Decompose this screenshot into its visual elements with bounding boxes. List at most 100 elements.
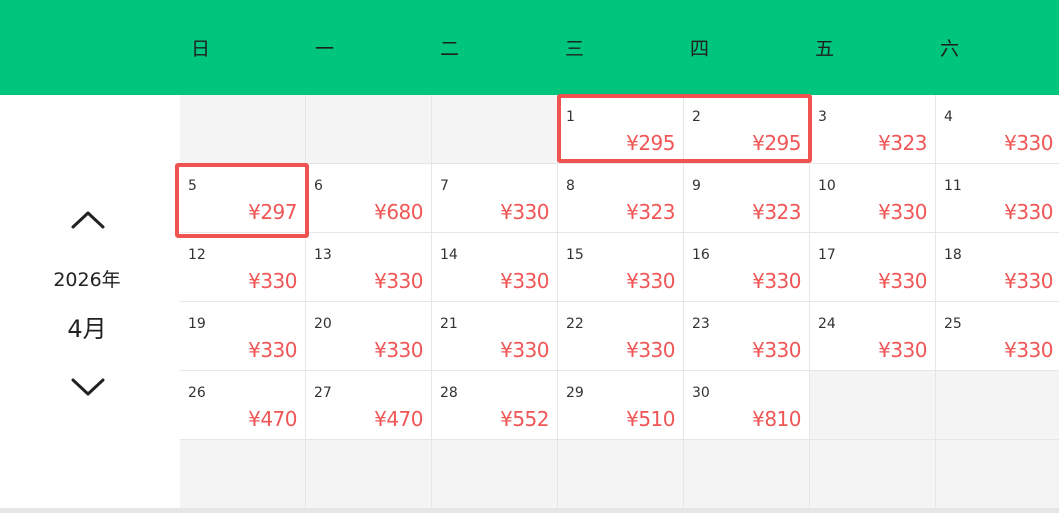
day-number: 4 [944, 109, 953, 125]
calendar-cell-empty [558, 440, 684, 509]
calendar-cell-day-12[interactable]: 12 ¥330 [180, 233, 306, 302]
next-month-button[interactable] [68, 372, 108, 402]
day-number: 11 [944, 178, 962, 194]
day-price: ¥330 [500, 338, 549, 362]
day-price: ¥330 [1004, 269, 1053, 293]
day-number: 15 [566, 247, 584, 263]
day-price: ¥330 [626, 269, 675, 293]
day-price: ¥330 [878, 338, 927, 362]
day-number: 26 [188, 385, 206, 401]
day-price: ¥295 [626, 131, 675, 155]
day-price: ¥680 [374, 200, 423, 224]
calendar-cell-day-10[interactable]: 10 ¥330 [810, 164, 936, 233]
day-price: ¥330 [878, 200, 927, 224]
weekday-mon: 一 [315, 38, 335, 60]
calendar-cell-day-23[interactable]: 23 ¥330 [684, 302, 810, 371]
calendar-cell-empty [432, 95, 558, 164]
calendar-cell-day-28[interactable]: 28 ¥552 [432, 371, 558, 440]
day-number: 20 [314, 316, 332, 332]
day-number: 27 [314, 385, 332, 401]
day-number: 14 [440, 247, 458, 263]
day-number: 3 [818, 109, 827, 125]
calendar-cell-day-15[interactable]: 15 ¥330 [558, 233, 684, 302]
calendar-cell-day-17[interactable]: 17 ¥330 [810, 233, 936, 302]
day-number: 9 [692, 178, 701, 194]
weekday-thu: 四 [690, 38, 710, 60]
calendar-cell-empty [306, 440, 432, 509]
day-number: 1 [566, 109, 575, 125]
day-number: 7 [440, 178, 449, 194]
day-number: 6 [314, 178, 323, 194]
calendar-cell-empty [432, 440, 558, 509]
calendar-cell-day-30[interactable]: 30 ¥810 [684, 371, 810, 440]
calendar-cell-empty [936, 371, 1059, 440]
day-price: ¥330 [626, 338, 675, 362]
calendar-cell-day-16[interactable]: 16 ¥330 [684, 233, 810, 302]
day-price: ¥323 [626, 200, 675, 224]
calendar-cell-empty [180, 95, 306, 164]
day-price: ¥330 [248, 338, 297, 362]
day-number: 25 [944, 316, 962, 332]
calendar-cell-day-24[interactable]: 24 ¥330 [810, 302, 936, 371]
day-price: ¥330 [374, 269, 423, 293]
calendar-cell-empty [684, 440, 810, 509]
day-number: 12 [188, 247, 206, 263]
day-number: 19 [188, 316, 206, 332]
calendar-cell-day-8[interactable]: 8 ¥323 [558, 164, 684, 233]
weekday-fri: 五 [815, 38, 835, 60]
day-price: ¥330 [752, 269, 801, 293]
calendar-cell-day-2[interactable]: 2 ¥295 [684, 95, 810, 164]
day-price: ¥470 [248, 407, 297, 431]
month-label: 4月 [67, 315, 107, 343]
calendar-cell-day-11[interactable]: 11 ¥330 [936, 164, 1059, 233]
weekday-header: 日 一 二 三 四 五 六 [0, 0, 1059, 95]
calendar-cell-day-4[interactable]: 4 ¥330 [936, 95, 1059, 164]
calendar-cell-day-1[interactable]: 1 ¥295 [558, 95, 684, 164]
day-price: ¥330 [374, 338, 423, 362]
day-price: ¥330 [1004, 131, 1053, 155]
day-number: 21 [440, 316, 458, 332]
day-price: ¥552 [500, 407, 549, 431]
month-navigator [0, 95, 180, 513]
calendar-cell-day-3[interactable]: 3 ¥323 [810, 95, 936, 164]
day-number: 22 [566, 316, 584, 332]
calendar-cell-day-13[interactable]: 13 ¥330 [306, 233, 432, 302]
day-number: 29 [566, 385, 584, 401]
calendar-cell-day-22[interactable]: 22 ¥330 [558, 302, 684, 371]
day-price: ¥510 [626, 407, 675, 431]
calendar-cell-day-9[interactable]: 9 ¥323 [684, 164, 810, 233]
day-price: ¥330 [1004, 200, 1053, 224]
day-number: 18 [944, 247, 962, 263]
day-price: ¥297 [248, 200, 297, 224]
weekday-wed: 三 [565, 38, 585, 60]
day-price: ¥330 [752, 338, 801, 362]
day-number: 10 [818, 178, 836, 194]
day-number: 30 [692, 385, 710, 401]
calendar-cell-day-27[interactable]: 27 ¥470 [306, 371, 432, 440]
calendar-cell-day-18[interactable]: 18 ¥330 [936, 233, 1059, 302]
day-number: 2 [692, 109, 701, 125]
day-price: ¥810 [752, 407, 801, 431]
calendar-cell-day-26[interactable]: 26 ¥470 [180, 371, 306, 440]
calendar-cell-empty [936, 440, 1059, 509]
calendar-cell-day-6[interactable]: 6 ¥680 [306, 164, 432, 233]
day-price: ¥330 [878, 269, 927, 293]
day-number: 13 [314, 247, 332, 263]
calendar-cell-day-29[interactable]: 29 ¥510 [558, 371, 684, 440]
day-price: ¥323 [752, 200, 801, 224]
day-price: ¥330 [500, 269, 549, 293]
calendar-cell-day-20[interactable]: 20 ¥330 [306, 302, 432, 371]
day-number: 28 [440, 385, 458, 401]
weekday-sat: 六 [940, 38, 960, 60]
calendar-grid: 1 ¥295 2 ¥295 3 ¥323 4 ¥330 5 ¥297 6 ¥680 7 ¥33… [180, 95, 1059, 513]
calendar-cell-day-7[interactable]: 7 ¥330 [432, 164, 558, 233]
prev-month-button[interactable] [68, 205, 108, 235]
calendar-cell-day-5[interactable]: 5 ¥297 [180, 164, 306, 233]
calendar-cell-day-25[interactable]: 25 ¥330 [936, 302, 1059, 371]
chevron-down-icon [71, 378, 105, 396]
calendar-cell-day-14[interactable]: 14 ¥330 [432, 233, 558, 302]
calendar-cell-day-19[interactable]: 19 ¥330 [180, 302, 306, 371]
calendar-cell-day-21[interactable]: 21 ¥330 [432, 302, 558, 371]
day-price: ¥295 [752, 131, 801, 155]
bottom-divider [0, 508, 1059, 513]
